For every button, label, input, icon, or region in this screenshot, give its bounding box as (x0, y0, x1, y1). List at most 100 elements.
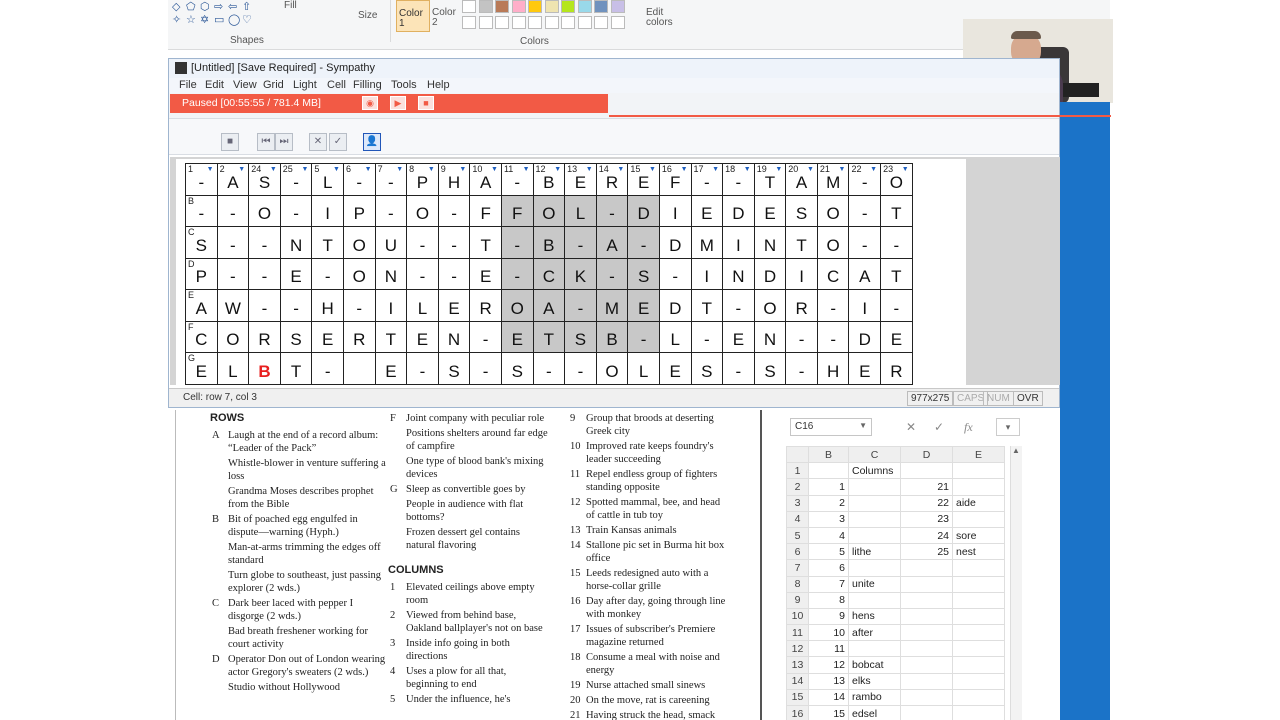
grid-cell[interactable]: S (785, 194, 818, 227)
cell[interactable]: hens (848, 607, 901, 626)
name-box[interactable]: C16 ▼ (790, 418, 872, 436)
grid-cell[interactable]: I (848, 289, 882, 322)
grid-cell[interactable]: O (500, 289, 534, 322)
menu-help[interactable]: Help (427, 79, 450, 91)
grid-cell[interactable]: E (374, 352, 408, 385)
cell[interactable]: Columns (848, 462, 901, 480)
color-swatch[interactable] (610, 0, 625, 13)
cell[interactable] (900, 591, 953, 609)
grid-cell[interactable]: N (374, 257, 408, 290)
grid-cell[interactable]: S (500, 352, 534, 385)
function-icon[interactable]: fx (964, 420, 973, 435)
grid-cell[interactable]: 5 ▼ L (311, 163, 344, 196)
vertical-scrollbar[interactable]: ▲ (1010, 446, 1022, 720)
shape-hexagon-icon[interactable]: ⬡ (200, 0, 210, 13)
cell[interactable] (952, 640, 1005, 658)
grid-cell[interactable]: T (532, 320, 566, 353)
cell[interactable]: edsel (848, 704, 901, 720)
cell[interactable]: 14 (808, 688, 849, 707)
grid-cell[interactable]: E (500, 320, 534, 353)
grid-cell[interactable]: D (658, 226, 692, 259)
cell[interactable]: 1 (808, 478, 849, 496)
grid-cell[interactable]: T (880, 194, 913, 227)
shape-star6-icon[interactable]: ✡ (200, 13, 209, 26)
grid-cell[interactable]: R (248, 320, 281, 353)
grid-cell[interactable]: 6 ▼ - (342, 163, 376, 196)
grid-cell[interactable]: - (816, 320, 850, 353)
grid-cell[interactable]: I (658, 194, 692, 227)
shape-arrow-left-icon[interactable]: ⇦ (228, 0, 237, 13)
cell[interactable] (900, 656, 953, 674)
grid-cell[interactable]: - (216, 257, 250, 290)
grid-cell[interactable]: S (690, 352, 724, 385)
row-header[interactable]: 11 (786, 624, 809, 642)
cell[interactable]: rambo (848, 688, 901, 707)
grid-cell[interactable]: - (785, 320, 818, 353)
grid-cell[interactable]: W (216, 289, 250, 322)
shape-pentagon-icon[interactable]: ⬠ (186, 0, 196, 13)
cell[interactable] (952, 688, 1005, 707)
skip-forward-icon[interactable]: ⏭ (275, 133, 293, 151)
cell[interactable] (900, 688, 953, 707)
cell[interactable]: 6 (808, 559, 849, 577)
color-swatch[interactable] (462, 0, 476, 13)
grid-cell[interactable]: T (469, 226, 502, 259)
cell[interactable]: 5 (808, 543, 849, 561)
cell[interactable] (900, 672, 953, 690)
grid-cell[interactable]: - (248, 226, 281, 259)
cell[interactable] (848, 640, 901, 658)
grid-cell[interactable]: - (406, 352, 439, 385)
cell[interactable]: after (848, 624, 901, 642)
grid-cell[interactable]: M (595, 289, 629, 322)
shape-callout-icon[interactable]: ▭ (214, 13, 224, 26)
grid-cell[interactable]: N (753, 226, 787, 259)
shape-star5-icon[interactable]: ☆ (186, 13, 196, 26)
grid-cell[interactable]: F (500, 194, 534, 227)
grid-cell[interactable]: T (374, 320, 408, 353)
shape-star4-icon[interactable]: ✧ (172, 13, 181, 26)
menu-edit[interactable]: Edit (205, 79, 224, 91)
grid-cell[interactable]: E (311, 320, 344, 353)
row-header[interactable]: 10 (786, 607, 809, 626)
scroll-up-icon[interactable]: ▲ (1012, 446, 1020, 455)
cell[interactable] (848, 559, 901, 577)
grid-cell[interactable]: - (500, 226, 534, 259)
grid-cell[interactable]: D (722, 194, 755, 227)
grid-cell[interactable]: 9 ▼ H (437, 163, 471, 196)
grid-cell[interactable]: R (785, 289, 818, 322)
grid-cell[interactable]: O (816, 226, 850, 259)
row-header[interactable]: 8 (786, 575, 809, 593)
grid-cell[interactable]: 20 ▼ A (785, 163, 818, 196)
enter-check-icon[interactable]: ✓ (934, 420, 944, 434)
grid-cell[interactable]: O (753, 289, 787, 322)
grid-cell[interactable]: - (342, 289, 376, 322)
grid-cell[interactable]: EA (185, 289, 218, 322)
menu-filling[interactable]: Filling (353, 79, 382, 91)
grid-cell[interactable]: O (406, 194, 439, 227)
grid-cell[interactable]: - (279, 289, 313, 322)
grid-cell[interactable]: DP (185, 257, 218, 290)
fill-label[interactable]: Fill (284, 0, 297, 11)
grid-cell[interactable]: 14 ▼ R (595, 163, 629, 196)
grid-cell[interactable]: - (311, 352, 344, 385)
grid-cell[interactable]: - (532, 352, 566, 385)
grid-cell[interactable]: S (437, 352, 471, 385)
grid-cell[interactable]: I (374, 289, 408, 322)
grid-cell[interactable]: C (532, 257, 566, 290)
grid-cell[interactable]: - (880, 289, 913, 322)
grid-cell[interactable]: - (690, 320, 724, 353)
grid-cell[interactable]: O (248, 194, 281, 227)
cell[interactable] (952, 559, 1005, 577)
grid-cell[interactable]: I (785, 257, 818, 290)
grid-cell[interactable]: O (816, 194, 850, 227)
stop-icon[interactable]: ■ (418, 96, 434, 110)
grid-cell[interactable]: T (690, 289, 724, 322)
grid-cell[interactable]: - (658, 257, 692, 290)
grid-cell[interactable]: O (532, 194, 566, 227)
grid-cell[interactable]: - (595, 194, 629, 227)
grid-cell[interactable]: D (658, 289, 692, 322)
menu-file[interactable]: File (179, 79, 197, 91)
grid-cell[interactable]: S (753, 352, 787, 385)
grid-cell[interactable]: 15 ▼ E (627, 163, 660, 196)
grid-cell[interactable]: - (500, 257, 534, 290)
